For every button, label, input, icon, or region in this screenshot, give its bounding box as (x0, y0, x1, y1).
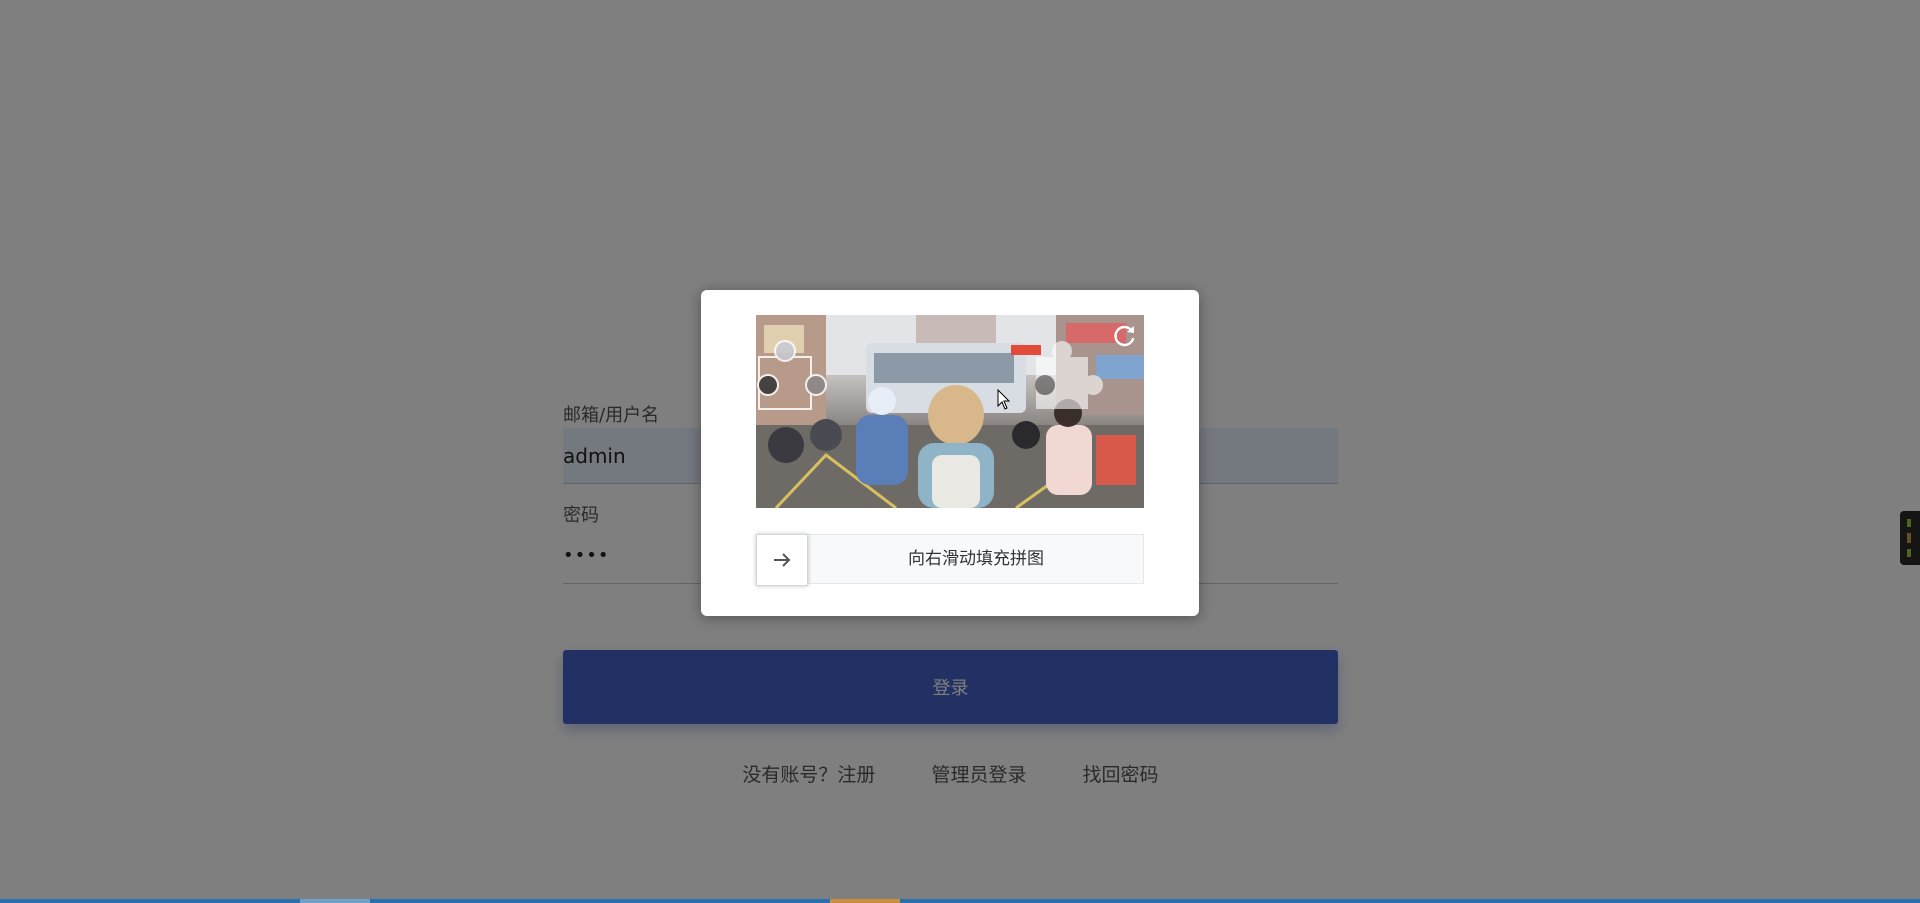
refresh-icon[interactable] (1112, 323, 1138, 349)
arrow-right-icon (774, 553, 791, 567)
captcha-slider-track[interactable]: 向右滑动填充拼图 (756, 534, 1144, 586)
taskbar-item (830, 899, 900, 903)
taskbar-strip (0, 899, 1920, 903)
street-scene-image (756, 315, 1144, 508)
captcha-dialog: 向右滑动填充拼图 (701, 290, 1199, 616)
captcha-slider-handle[interactable] (756, 534, 808, 586)
taskbar-item (300, 899, 370, 903)
mouse-cursor-icon (997, 389, 1011, 410)
login-page: 邮箱/用户名 密码 登录 没有账号？注册 管理员登录 找回密码 (0, 0, 1920, 903)
captcha-puzzle-image (756, 315, 1144, 508)
slider-hint-text: 向右滑动填充拼图 (908, 549, 1044, 569)
